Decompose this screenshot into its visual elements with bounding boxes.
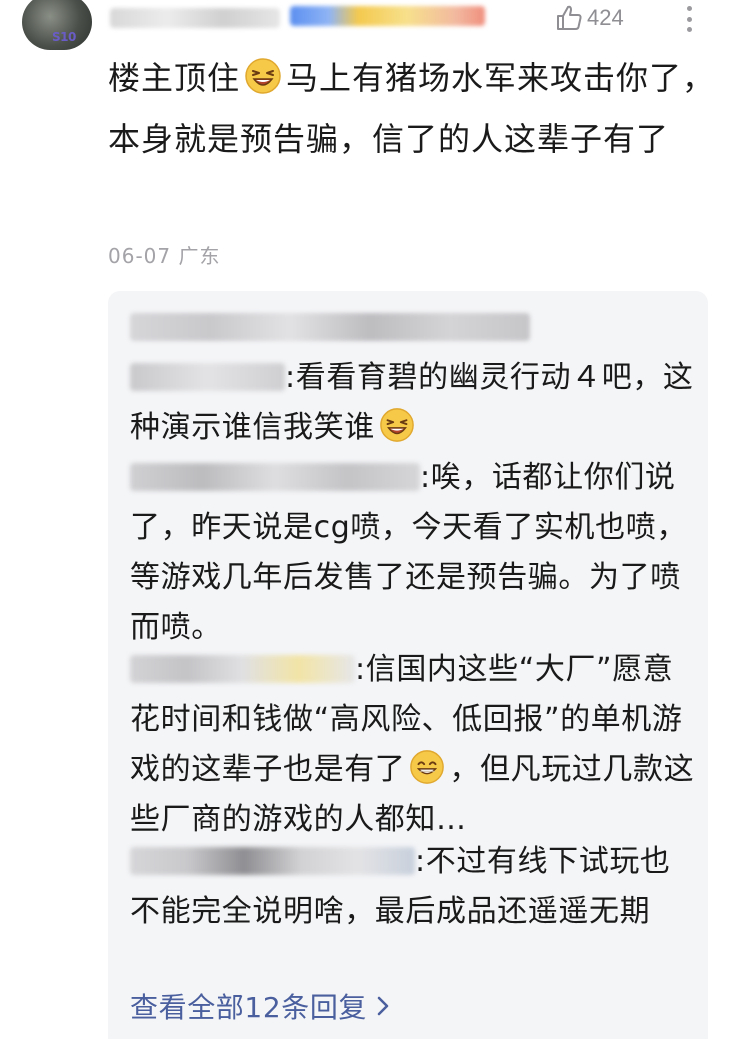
comment-card: S10 424 楼主顶住 马上有猪场水军来攻击你了，本身就是预告骗，信了的人这辈… bbox=[0, 0, 734, 1039]
grinning-emoji-icon bbox=[410, 750, 445, 784]
like-count: 424 bbox=[587, 5, 624, 30]
username-blurred[interactable] bbox=[110, 8, 280, 28]
avatar-badge: S10 bbox=[52, 30, 76, 44]
comment-date: 06-07 bbox=[108, 244, 172, 268]
like-button[interactable]: 424 bbox=[555, 4, 624, 32]
comment-location: 广东 bbox=[178, 244, 221, 268]
reply-box[interactable]: :看看育碧的幽灵行动４吧，这种演示谁信我笑谁 :唉，话都让你们说了，昨天说是cg… bbox=[108, 291, 708, 1039]
reply-username-blurred[interactable] bbox=[130, 847, 415, 875]
more-options-icon[interactable] bbox=[684, 6, 694, 32]
laughing-emoji-icon bbox=[379, 408, 414, 442]
reply-username-blurred[interactable] bbox=[130, 363, 285, 391]
reply-item[interactable]: :信国内这些“大厂”愿意花时间和钱做“高风险、低回报”的单机游戏的这辈子也是有了… bbox=[130, 645, 700, 845]
reply-username-blurred[interactable] bbox=[130, 655, 355, 683]
user-badge-blurred bbox=[290, 6, 485, 26]
view-all-label: 查看全部12条回复 bbox=[130, 991, 368, 1024]
reply-item[interactable]: :不过有线下试玩也不能完全说明啥，最后成品还遥遥无期 bbox=[130, 837, 700, 937]
reply-item[interactable]: :看看育碧的幽灵行动４吧，这种演示谁信我笑谁 bbox=[130, 353, 700, 453]
comment-meta: 06-07 广东 bbox=[108, 240, 220, 269]
chevron-right-icon bbox=[377, 996, 389, 1016]
reply-header-blurred bbox=[130, 313, 530, 341]
thumbs-up-icon bbox=[557, 5, 582, 30]
laughing-emoji-icon bbox=[245, 58, 281, 94]
comment-text: 楼主顶住 马上有猪场水军来攻击你了，本身就是预告骗，信了的人这辈子有了 bbox=[108, 48, 718, 170]
avatar[interactable]: S10 bbox=[22, 0, 92, 50]
reply-username-blurred[interactable] bbox=[130, 463, 420, 491]
view-all-replies-link[interactable]: 查看全部12条回复 bbox=[130, 986, 391, 1026]
comment-text-part1: 楼主顶住 bbox=[108, 59, 241, 97]
reply-item[interactable]: :唉，话都让你们说了，昨天说是cg喷，今天看了实机也喷，等游戏几年后发售了还是预… bbox=[130, 453, 700, 653]
